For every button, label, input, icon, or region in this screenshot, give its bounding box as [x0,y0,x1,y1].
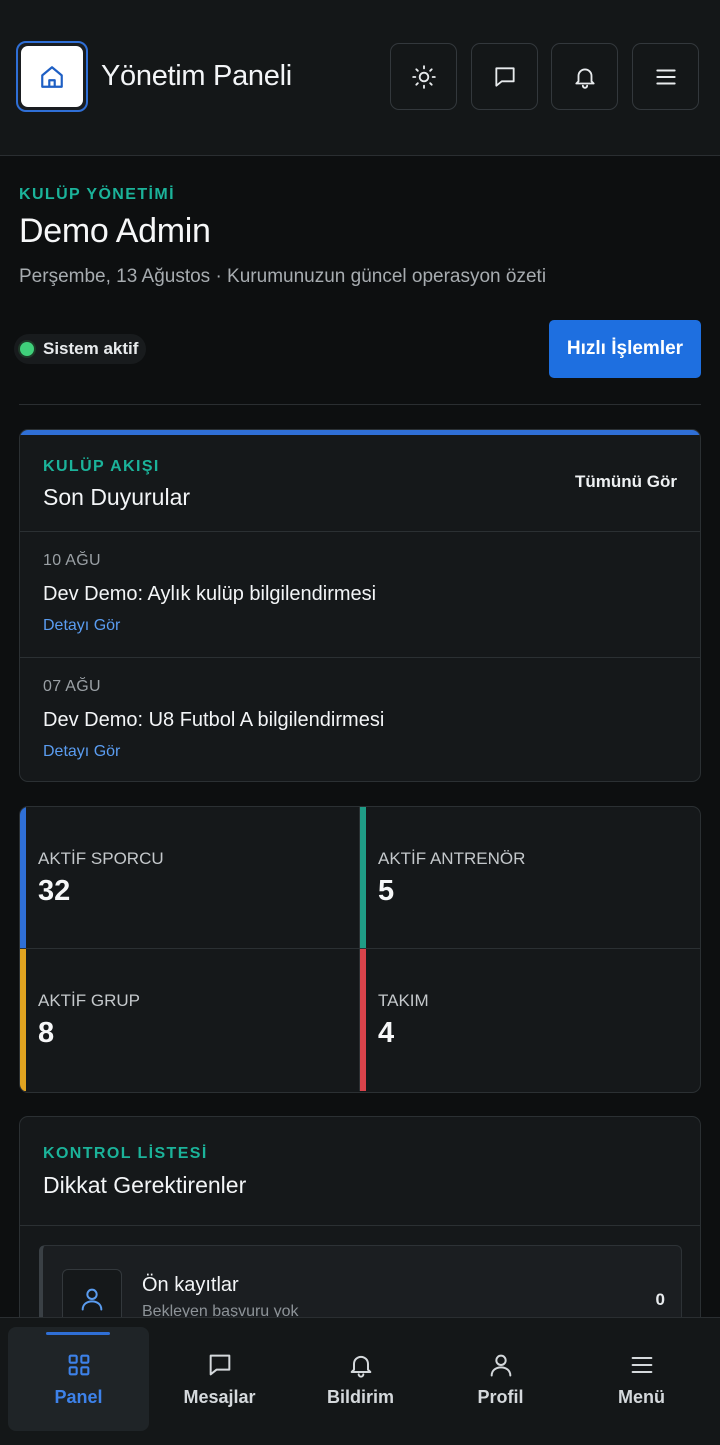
announcement-detail-link[interactable]: Detayı Gör [43,743,120,761]
stat-value: 4 [378,1017,395,1049]
app-title: Yönetim Paneli [101,60,292,92]
page-subtitle: Perşembe, 13 Ağustos · Kurumunuzun günce… [19,266,547,287]
nav-item-notifications[interactable]: Bildirim [290,1327,431,1431]
nav-item-messages[interactable]: Mesajlar [149,1327,290,1431]
stat-card-coaches[interactable]: AKTİF ANTRENÖR 5 [360,807,700,949]
user-icon [490,1354,511,1377]
status-text: Sistem aktif [43,339,139,358]
nav-label: Mesajlar [183,1387,256,1407]
page-title: Demo Admin [19,212,211,250]
announcements-card: KULÜP AKIŞI Son Duyurular Tümünü Gör 10 … [19,429,701,782]
stat-label: AKTİF ANTRENÖR [378,849,526,868]
message-icon [494,66,515,87]
announcements-eyebrow: KULÜP AKIŞI [43,458,160,475]
status-dot-icon [20,342,34,356]
checklist-item-name: Ön kayıtlar [142,1274,239,1296]
theme-toggle-button[interactable] [390,43,457,110]
active-indicator [46,1332,110,1335]
stat-color-bar [360,807,366,948]
sun-icon [411,64,436,89]
announcement-title: Dev Demo: U8 Futbol A bilgilendirmesi [43,709,385,731]
bell-icon [350,1355,371,1378]
announcements-title: Son Duyurular [43,484,191,510]
message-icon [209,1354,230,1376]
checklist-eyebrow: KONTROL LİSTESİ [43,1145,208,1162]
announcement-item[interactable]: 07 AĞU Dev Demo: U8 Futbol A bilgilendir… [20,657,700,781]
checklist-title: Dikkat Gerektirenler [43,1172,247,1198]
announcement-title: Dev Demo: Aylık kulüp bilgilendirmesi [43,583,377,605]
announcement-date: 07 AĞU [43,678,101,695]
home-button[interactable] [16,41,88,112]
stat-color-bar [20,949,26,1091]
stat-value: 8 [38,1017,55,1049]
stat-label: TAKIM [378,991,429,1010]
divider [19,404,701,405]
stat-value: 5 [378,875,395,907]
stat-value: 32 [38,875,71,907]
nav-label: Bildirim [326,1387,394,1407]
card-accent-bar [20,430,700,435]
bell-icon [574,68,595,89]
announcement-item[interactable]: 10 AĞU Dev Demo: Aylık kulüp bilgilendir… [20,531,700,657]
quick-actions-button[interactable]: Hızlı İşlemler [549,320,701,378]
menu-icon [631,1356,652,1374]
home-icon [21,46,83,107]
divider [20,1225,700,1226]
top-header: Yönetim Paneli [0,0,720,156]
system-status-badge: Sistem aktif [14,334,147,364]
announcement-date: 10 AĞU [43,552,101,569]
grid-icon [68,1354,89,1376]
nav-label: Panel [54,1387,103,1407]
notifications-button[interactable] [551,43,618,110]
stat-label: AKTİF GRUP [38,991,141,1010]
menu-icon [655,69,676,84]
see-all-link[interactable]: Tümünü Gör [575,472,677,492]
bottom-navigation: Panel Mesajlar Bildirim Profil Menü [0,1317,720,1445]
checklist-item-count: 0 [655,1290,665,1309]
messages-button[interactable] [471,43,538,110]
nav-item-menu[interactable]: Menü [571,1327,712,1431]
menu-button[interactable] [632,43,699,110]
nav-label: Menü [618,1387,665,1407]
nav-label: Profil [477,1387,524,1407]
section-eyebrow: KULÜP YÖNETİMİ [19,186,175,203]
stat-card-teams[interactable]: TAKIM 4 [360,949,700,1091]
stat-label: AKTİF SPORCU [38,849,164,868]
stat-color-bar [20,807,26,948]
announcement-detail-link[interactable]: Detayı Gör [43,617,120,635]
stat-card-groups[interactable]: AKTİF GRUP 8 [20,949,360,1091]
nav-item-panel[interactable]: Panel [8,1327,149,1431]
stats-grid: AKTİF SPORCU 32 AKTİF ANTRENÖR 5 AKTİF G… [19,806,701,1093]
stat-card-athletes[interactable]: AKTİF SPORCU 32 [20,807,360,949]
nav-item-profile[interactable]: Profil [430,1327,571,1431]
stat-color-bar [360,949,366,1091]
